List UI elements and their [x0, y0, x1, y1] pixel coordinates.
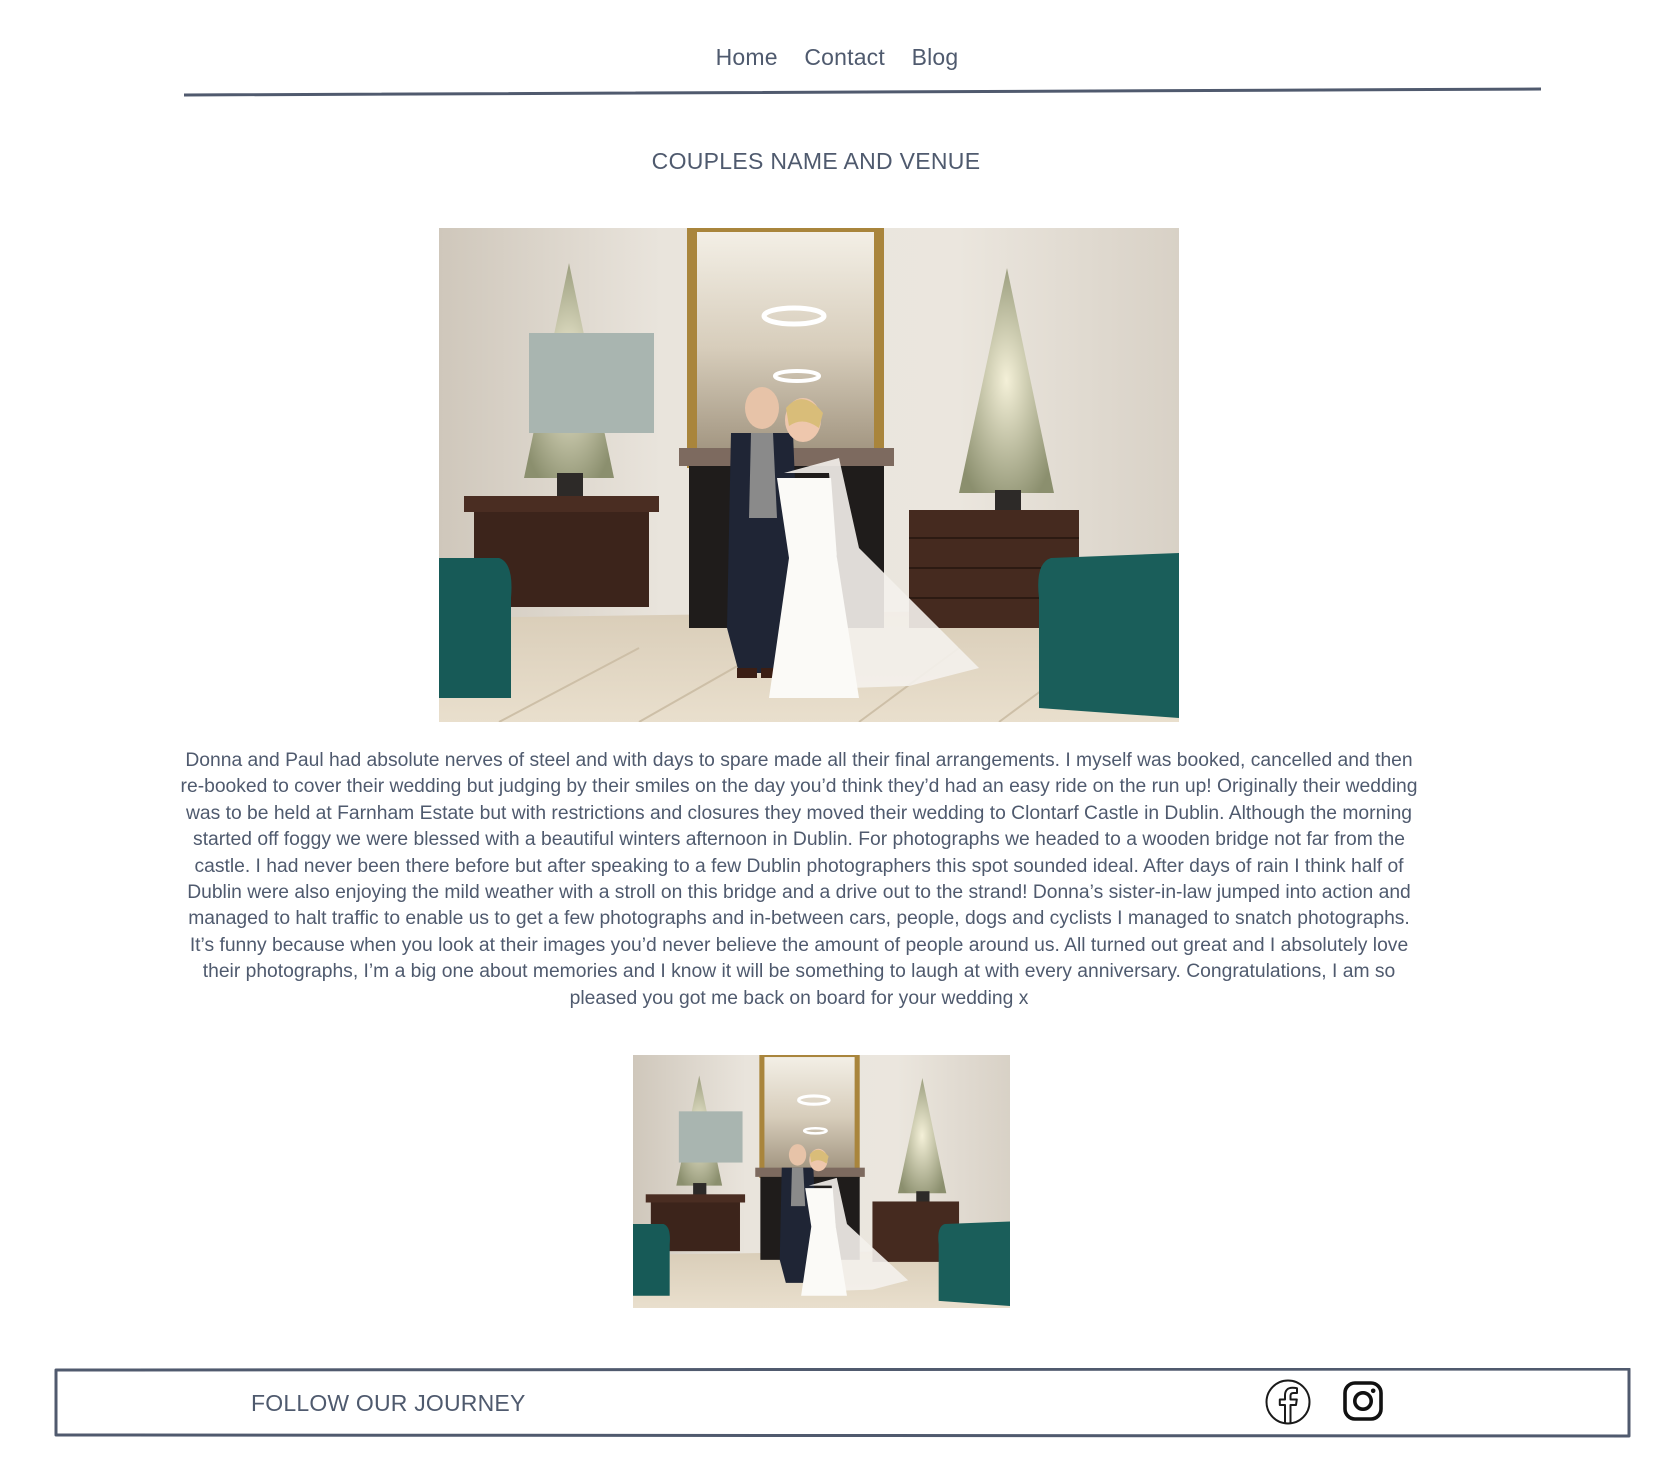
wedding-photo-thumbnail: [633, 1055, 1010, 1308]
site-footer: FOLLOW OUR JOURNEY: [54, 1368, 1631, 1438]
post-title: COUPLES NAME AND VENUE: [651, 148, 981, 174]
wedding-photo-main: [439, 228, 1179, 722]
main-nav: Home Contact Blog: [0, 44, 1674, 71]
nav-contact[interactable]: Contact: [804, 44, 885, 71]
instagram-icon[interactable]: [1342, 1380, 1384, 1422]
nav-home[interactable]: Home: [716, 44, 778, 71]
nav-blog[interactable]: Blog: [912, 44, 959, 71]
page: Home Contact Blog COUPLES NAME AND VENUE: [0, 0, 1674, 1477]
follow-label: FOLLOW OUR JOURNEY: [251, 1390, 526, 1416]
nav-divider: [184, 87, 1541, 97]
post-body: Donna and Paul had absolute nerves of st…: [180, 750, 1418, 1009]
facebook-icon[interactable]: [1264, 1378, 1312, 1426]
